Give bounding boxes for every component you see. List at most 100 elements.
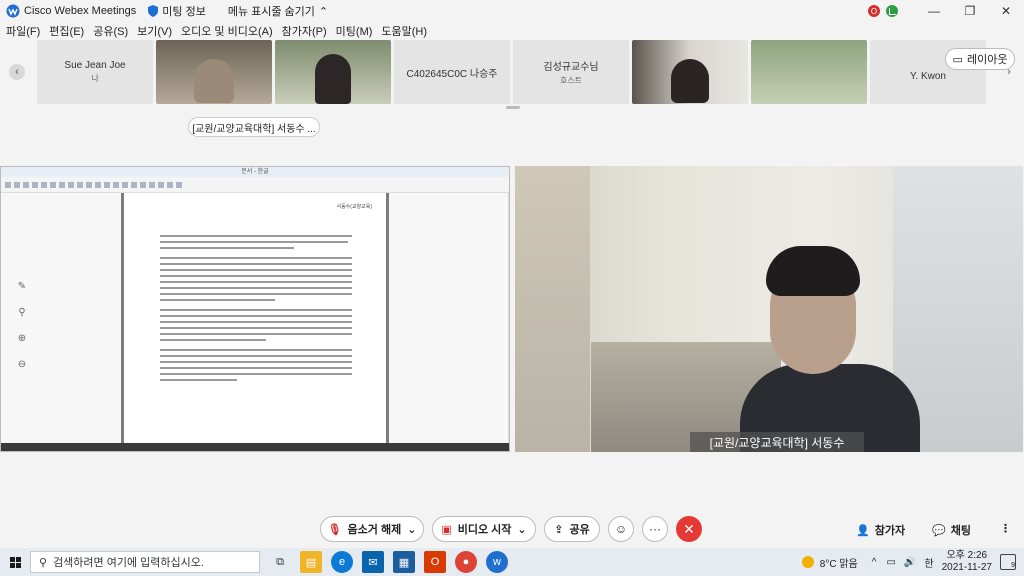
reactions-button[interactable]: ☺ <box>608 516 634 542</box>
layout-label: 레이아웃 <box>966 54 1008 66</box>
participants-panel-button[interactable]: 👤 참가자 <box>856 522 905 538</box>
chat-bubble-icon: 💬 <box>932 524 946 537</box>
strip-resize-handle[interactable] <box>506 106 520 109</box>
menu-view[interactable]: 보기(V) <box>137 23 172 39</box>
chat-panel-button[interactable]: 💬 채팅 <box>932 522 971 538</box>
meeting-controls: 🎙 음소거 해제 ⌄ ▣ 비디오 시작 ⌄ ⇪ 공유 ☺ ··· ✕ 👤 참가자… <box>0 510 1024 548</box>
shared-doc-statusbar <box>1 443 509 451</box>
webex-taskbar-icon[interactable]: w <box>486 551 508 573</box>
shared-content-window[interactable]: 문서 - 한글 ✎ ⚲ ⊕ ⊖ 서동수(교양교육) <box>0 166 510 452</box>
chevron-up-icon: ⌃ <box>318 5 329 18</box>
menu-meeting[interactable]: 미팅(M) <box>336 23 373 39</box>
shared-doc-title: 문서 - 한글 <box>1 167 509 177</box>
chrome-icon[interactable]: ● <box>455 551 477 573</box>
participant-video-tile[interactable] <box>751 40 867 104</box>
start-button[interactable] <box>0 548 30 576</box>
office-icon[interactable]: O <box>424 551 446 573</box>
unmute-label: 음소거 해제 <box>347 524 402 536</box>
shared-doc-canvas: ✎ ⚲ ⊕ ⊖ 서동수(교양교육) <box>1 193 509 451</box>
clock-time: 오후 2:26 <box>946 550 988 561</box>
active-speaker-pill[interactable]: [교원/교양교육대학] 서동수 ... <box>188 117 320 137</box>
edge-browser-icon[interactable]: e <box>331 551 353 573</box>
weather-icon[interactable] <box>801 556 814 568</box>
participant-video-tile[interactable] <box>275 40 391 104</box>
menu-audio-video[interactable]: 오디오 및 비디오(A) <box>181 23 273 39</box>
clock[interactable]: 오후 2:26 2021-11-27 <box>942 550 992 574</box>
page-text-lines <box>160 235 352 389</box>
pointer-icon[interactable]: ⚲ <box>15 305 29 319</box>
chevron-down-icon: ⌄ <box>517 523 527 536</box>
active-speaker-video[interactable] <box>515 166 1023 452</box>
shield-icon[interactable] <box>148 5 159 17</box>
weather-text[interactable]: 8°C 맑음 <box>820 555 858 570</box>
shared-doc-right-margin <box>389 193 509 443</box>
participant-video-tile[interactable] <box>156 40 272 104</box>
muted-mic-icon: 🎙 <box>327 523 342 536</box>
meeting-info-button[interactable]: 미팅 정보 <box>162 3 206 19</box>
windows-logo-icon <box>9 556 21 568</box>
video-off-icon: ▣ <box>441 523 452 536</box>
participant-tile[interactable]: Sue Jean Joe 나 <box>37 40 153 104</box>
notification-center-icon[interactable]: 9 <box>1000 554 1016 570</box>
participant-name: 김성규교수님 <box>543 62 599 73</box>
unmute-button[interactable]: 🎙 음소거 해제 ⌄ <box>320 516 424 542</box>
volume-icon[interactable]: 🔊 <box>904 557 916 568</box>
shared-doc-toolbar <box>1 177 509 193</box>
participant-name: Sue Jean Joe <box>64 60 126 71</box>
participant-role: 나 <box>91 74 99 83</box>
network-health-icon[interactable] <box>886 5 898 17</box>
user-status-icon[interactable]: O <box>868 5 880 17</box>
host-badge: 호스트 <box>559 76 583 85</box>
restore-button[interactable]: ❐ <box>952 0 988 22</box>
menu-share[interactable]: 공유(S) <box>93 23 128 39</box>
hide-menu-bar-button[interactable]: 메뉴 표시줄 숨기기 ⌃ <box>228 3 328 19</box>
chevron-down-icon: ⌄ <box>407 523 417 536</box>
menu-help[interactable]: 도움말(H) <box>381 23 427 39</box>
taskbar-search[interactable]: ⚲ 검색하려면 여기에 입력하십시오. <box>30 551 260 573</box>
clock-date: 2021-11-27 <box>941 562 992 573</box>
share-label: 공유 <box>569 524 590 536</box>
windows-taskbar: ⚲ 검색하려면 여기에 입력하십시오. ⧉ ▤ e ✉ ▦ O ● w 8°C … <box>0 548 1024 576</box>
notification-count: 9 <box>1011 562 1015 569</box>
webex-logo-icon <box>6 4 20 18</box>
menu-bar: 파일(F) 편집(E) 공유(S) 보기(V) 오디오 및 비디오(A) 참가자… <box>0 22 1024 40</box>
share-button[interactable]: ⇪ 공유 <box>544 516 600 542</box>
minimize-button[interactable]: — <box>916 0 952 22</box>
annotate-pen-icon[interactable]: ✎ <box>15 279 29 293</box>
page-header: 서동수(교양교육) <box>336 204 372 210</box>
menu-participant[interactable]: 참가자(P) <box>282 23 327 39</box>
file-explorer-icon[interactable]: ▤ <box>300 551 322 573</box>
video-name-label: [교원/교양교육대학] 서동수 <box>690 432 864 452</box>
more-options-button[interactable]: ··· <box>642 516 668 542</box>
store-icon[interactable]: ▦ <box>393 551 415 573</box>
participant-video-avatar <box>671 59 709 103</box>
ime-indicator[interactable]: 한 <box>924 555 933 570</box>
system-tray: 8°C 맑음 ^ ▭ 🔊 한 오후 2:26 2021-11-27 9 <box>801 548 1024 576</box>
start-video-label: 비디오 시작 <box>457 524 512 536</box>
speaker-figure <box>740 246 930 452</box>
strip-prev-button[interactable]: ‹ <box>9 64 25 80</box>
zoom-out-icon[interactable]: ⊖ <box>15 357 29 371</box>
panel-options-button[interactable]: ⋮ <box>1000 522 1011 535</box>
shared-doc-left-margin: ✎ ⚲ ⊕ ⊖ <box>1 193 121 443</box>
participant-tile[interactable]: C402645C0C 나승주 <box>394 40 510 104</box>
shared-doc-scrollbar[interactable] <box>508 193 509 443</box>
people-icon: 👤 <box>856 524 870 537</box>
smiley-icon: ☺ <box>614 522 628 536</box>
mail-icon[interactable]: ✉ <box>362 551 384 573</box>
search-icon: ⚲ <box>39 556 48 569</box>
participant-tile[interactable]: 김성규교수님 호스트 <box>513 40 629 104</box>
task-view-icon[interactable]: ⧉ <box>269 551 291 573</box>
menu-edit[interactable]: 편집(E) <box>49 23 84 39</box>
title-bar: Cisco Webex Meetings 미팅 정보 메뉴 표시줄 숨기기 ⌃ … <box>0 0 1024 22</box>
menu-file[interactable]: 파일(F) <box>6 23 40 39</box>
strip-next-button[interactable]: › <box>1001 64 1017 80</box>
zoom-in-icon[interactable]: ⊕ <box>15 331 29 345</box>
participant-video-avatar <box>194 59 234 103</box>
tray-chevron-icon[interactable]: ^ <box>872 557 877 568</box>
network-icon[interactable]: ▭ <box>886 557 895 568</box>
participant-video-tile[interactable] <box>632 40 748 104</box>
start-video-button[interactable]: ▣ 비디오 시작 ⌄ <box>432 516 536 542</box>
leave-meeting-button[interactable]: ✕ <box>676 516 702 542</box>
close-window-button[interactable]: ✕ <box>988 0 1024 22</box>
